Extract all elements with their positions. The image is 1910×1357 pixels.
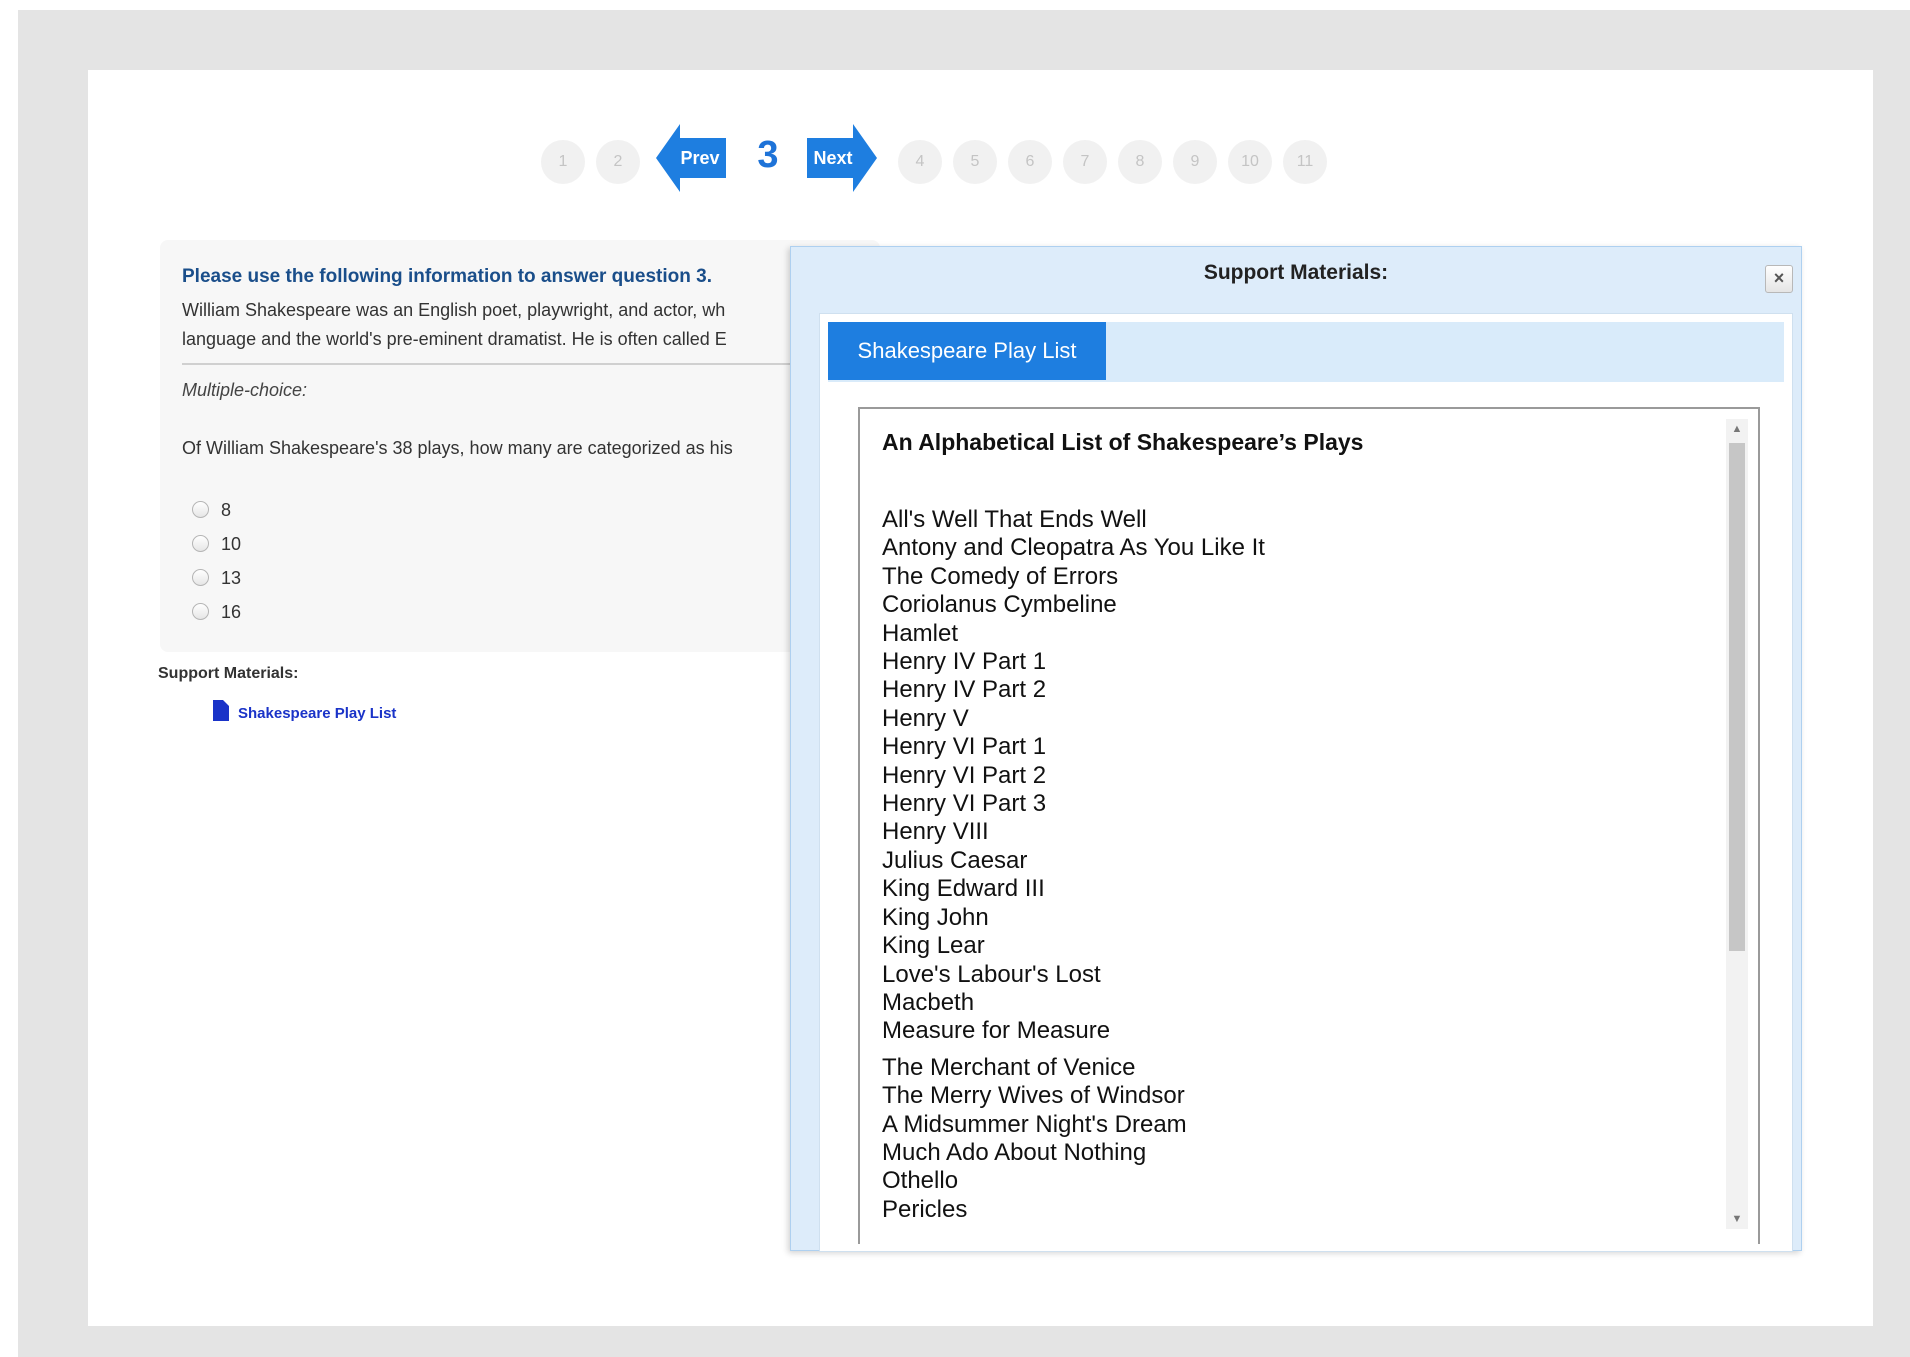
play-list-item: Henry V — [882, 704, 969, 732]
play-list-item: Much Ado About Nothing — [882, 1138, 1147, 1166]
tab-bar: Shakespeare Play List — [828, 322, 1784, 382]
question-pager: 1 2 Prev 3 Next 4 5 6 7 8 9 10 11 — [88, 124, 1873, 200]
option-label: 10 — [221, 534, 242, 554]
answer-option[interactable]: 13 — [192, 564, 241, 592]
play-list-item: King Edward III — [882, 875, 1045, 903]
play-list-item: Henry IV Part 2 — [882, 676, 1047, 704]
play-list-item: Antony and Cleopatra As You Like It — [882, 534, 1265, 562]
radio-button[interactable] — [192, 603, 209, 620]
page-10-button[interactable]: 10 — [1228, 140, 1272, 184]
play-list-item: The Merchant of Venice — [882, 1053, 1136, 1081]
page-8-button[interactable]: 8 — [1118, 140, 1162, 184]
close-icon: × — [1773, 268, 1785, 288]
play-list-item: The Comedy of Errors — [882, 562, 1119, 590]
support-material-link[interactable]: Shakespeare Play List — [213, 700, 396, 722]
option-label: 8 — [221, 500, 232, 520]
support-materials-dialog: Support Materials: × Shakespeare Play Li… — [790, 246, 1802, 1252]
play-list-item: Henry VIII — [882, 818, 989, 846]
document-icon — [213, 700, 229, 721]
play-list-item: Pericles — [882, 1195, 968, 1223]
scroll-up-icon[interactable]: ▲ — [1726, 419, 1748, 439]
dialog-body: Shakespeare Play List An Alphabetical Li… — [819, 313, 1793, 1252]
answer-option[interactable]: 8 — [192, 496, 231, 524]
radio-button[interactable] — [192, 501, 209, 518]
play-list-item: Hamlet — [882, 619, 959, 647]
play-list-item: Julius Caesar — [882, 846, 1028, 874]
question-card: Please use the following information to … — [160, 240, 880, 652]
test-page: 1 2 Prev 3 Next 4 5 6 7 8 9 10 11 Please… — [88, 70, 1873, 1326]
page-2-button[interactable]: 2 — [596, 140, 640, 184]
question-instructions: Please use the following information to … — [182, 266, 712, 287]
play-list-item: Coriolanus Cymbeline — [882, 591, 1117, 619]
answer-option[interactable]: 10 — [192, 530, 241, 558]
divider — [182, 363, 880, 365]
option-label: 13 — [221, 568, 242, 588]
scroll-down-icon[interactable]: ▼ — [1726, 1209, 1748, 1229]
play-list-item: All's Well That Ends Well — [882, 506, 1147, 533]
radio-button[interactable] — [192, 535, 209, 552]
play-list-item: Henry VI Part 2 — [882, 761, 1047, 789]
next-button[interactable]: Next — [807, 124, 877, 192]
document-title: An Alphabetical List of Shakespeare’s Pl… — [882, 429, 1364, 455]
play-list-item: Othello — [882, 1167, 959, 1195]
play-list-item: Henry VI Part 3 — [882, 790, 1047, 818]
tab-shakespeare-play-list[interactable]: Shakespeare Play List — [828, 322, 1106, 380]
current-page-number: 3 — [757, 134, 779, 176]
page-background: 1 2 Prev 3 Next 4 5 6 7 8 9 10 11 Please… — [18, 10, 1910, 1357]
document-content: An Alphabetical List of Shakespeare’s Pl… — [882, 429, 1682, 1224]
page-6-button[interactable]: 6 — [1008, 140, 1052, 184]
answer-option[interactable]: 16 — [192, 598, 241, 626]
prev-label: Prev — [680, 148, 720, 168]
page-7-button[interactable]: 7 — [1063, 140, 1107, 184]
prev-button[interactable]: Prev — [656, 124, 726, 192]
option-label: 16 — [221, 602, 242, 622]
close-button[interactable]: × — [1765, 265, 1793, 293]
play-list: All's Well That Ends Well Antony and Cleo… — [882, 506, 1682, 1224]
scrollbar-thumb[interactable] — [1729, 443, 1745, 951]
page-1-button[interactable]: 1 — [541, 140, 585, 184]
play-list-item: Henry VI Part 1 — [882, 733, 1047, 761]
play-list-item: King John — [882, 903, 989, 931]
play-list-item: Macbeth — [882, 988, 975, 1016]
document-viewer: An Alphabetical List of Shakespeare’s Pl… — [858, 407, 1760, 1244]
support-materials-label: Support Materials: — [158, 665, 299, 682]
play-list-item: A Midsummer Night's Dream — [882, 1110, 1187, 1138]
page-9-button[interactable]: 9 — [1173, 140, 1217, 184]
page-11-button[interactable]: 11 — [1283, 140, 1327, 184]
dialog-title: Support Materials: — [1203, 261, 1389, 284]
play-list-item: Measure for Measure — [882, 1017, 1111, 1045]
question-passage: William Shakespeare was an English poet,… — [182, 296, 880, 354]
play-list-item: The Merry Wives of Windsor — [882, 1082, 1185, 1110]
scrollbar[interactable]: ▲ ▼ — [1726, 419, 1748, 1229]
passage-line: William Shakespeare was an English poet,… — [182, 300, 726, 320]
play-list-item: Henry IV Part 1 — [882, 648, 1047, 676]
play-list-item: Love's Labour's Lost — [882, 960, 1101, 988]
radio-button[interactable] — [192, 569, 209, 586]
support-material-link-label: Shakespeare Play List — [238, 705, 397, 722]
page-4-button[interactable]: 4 — [898, 140, 942, 184]
next-label: Next — [813, 148, 853, 168]
page-5-button[interactable]: 5 — [953, 140, 997, 184]
question-type-label: Multiple-choice: — [182, 380, 308, 400]
question-text: Of William Shakespeare's 38 plays, how m… — [182, 438, 733, 458]
play-list-item: King Lear — [882, 932, 985, 960]
passage-line: language and the world's pre-eminent dra… — [182, 329, 727, 349]
